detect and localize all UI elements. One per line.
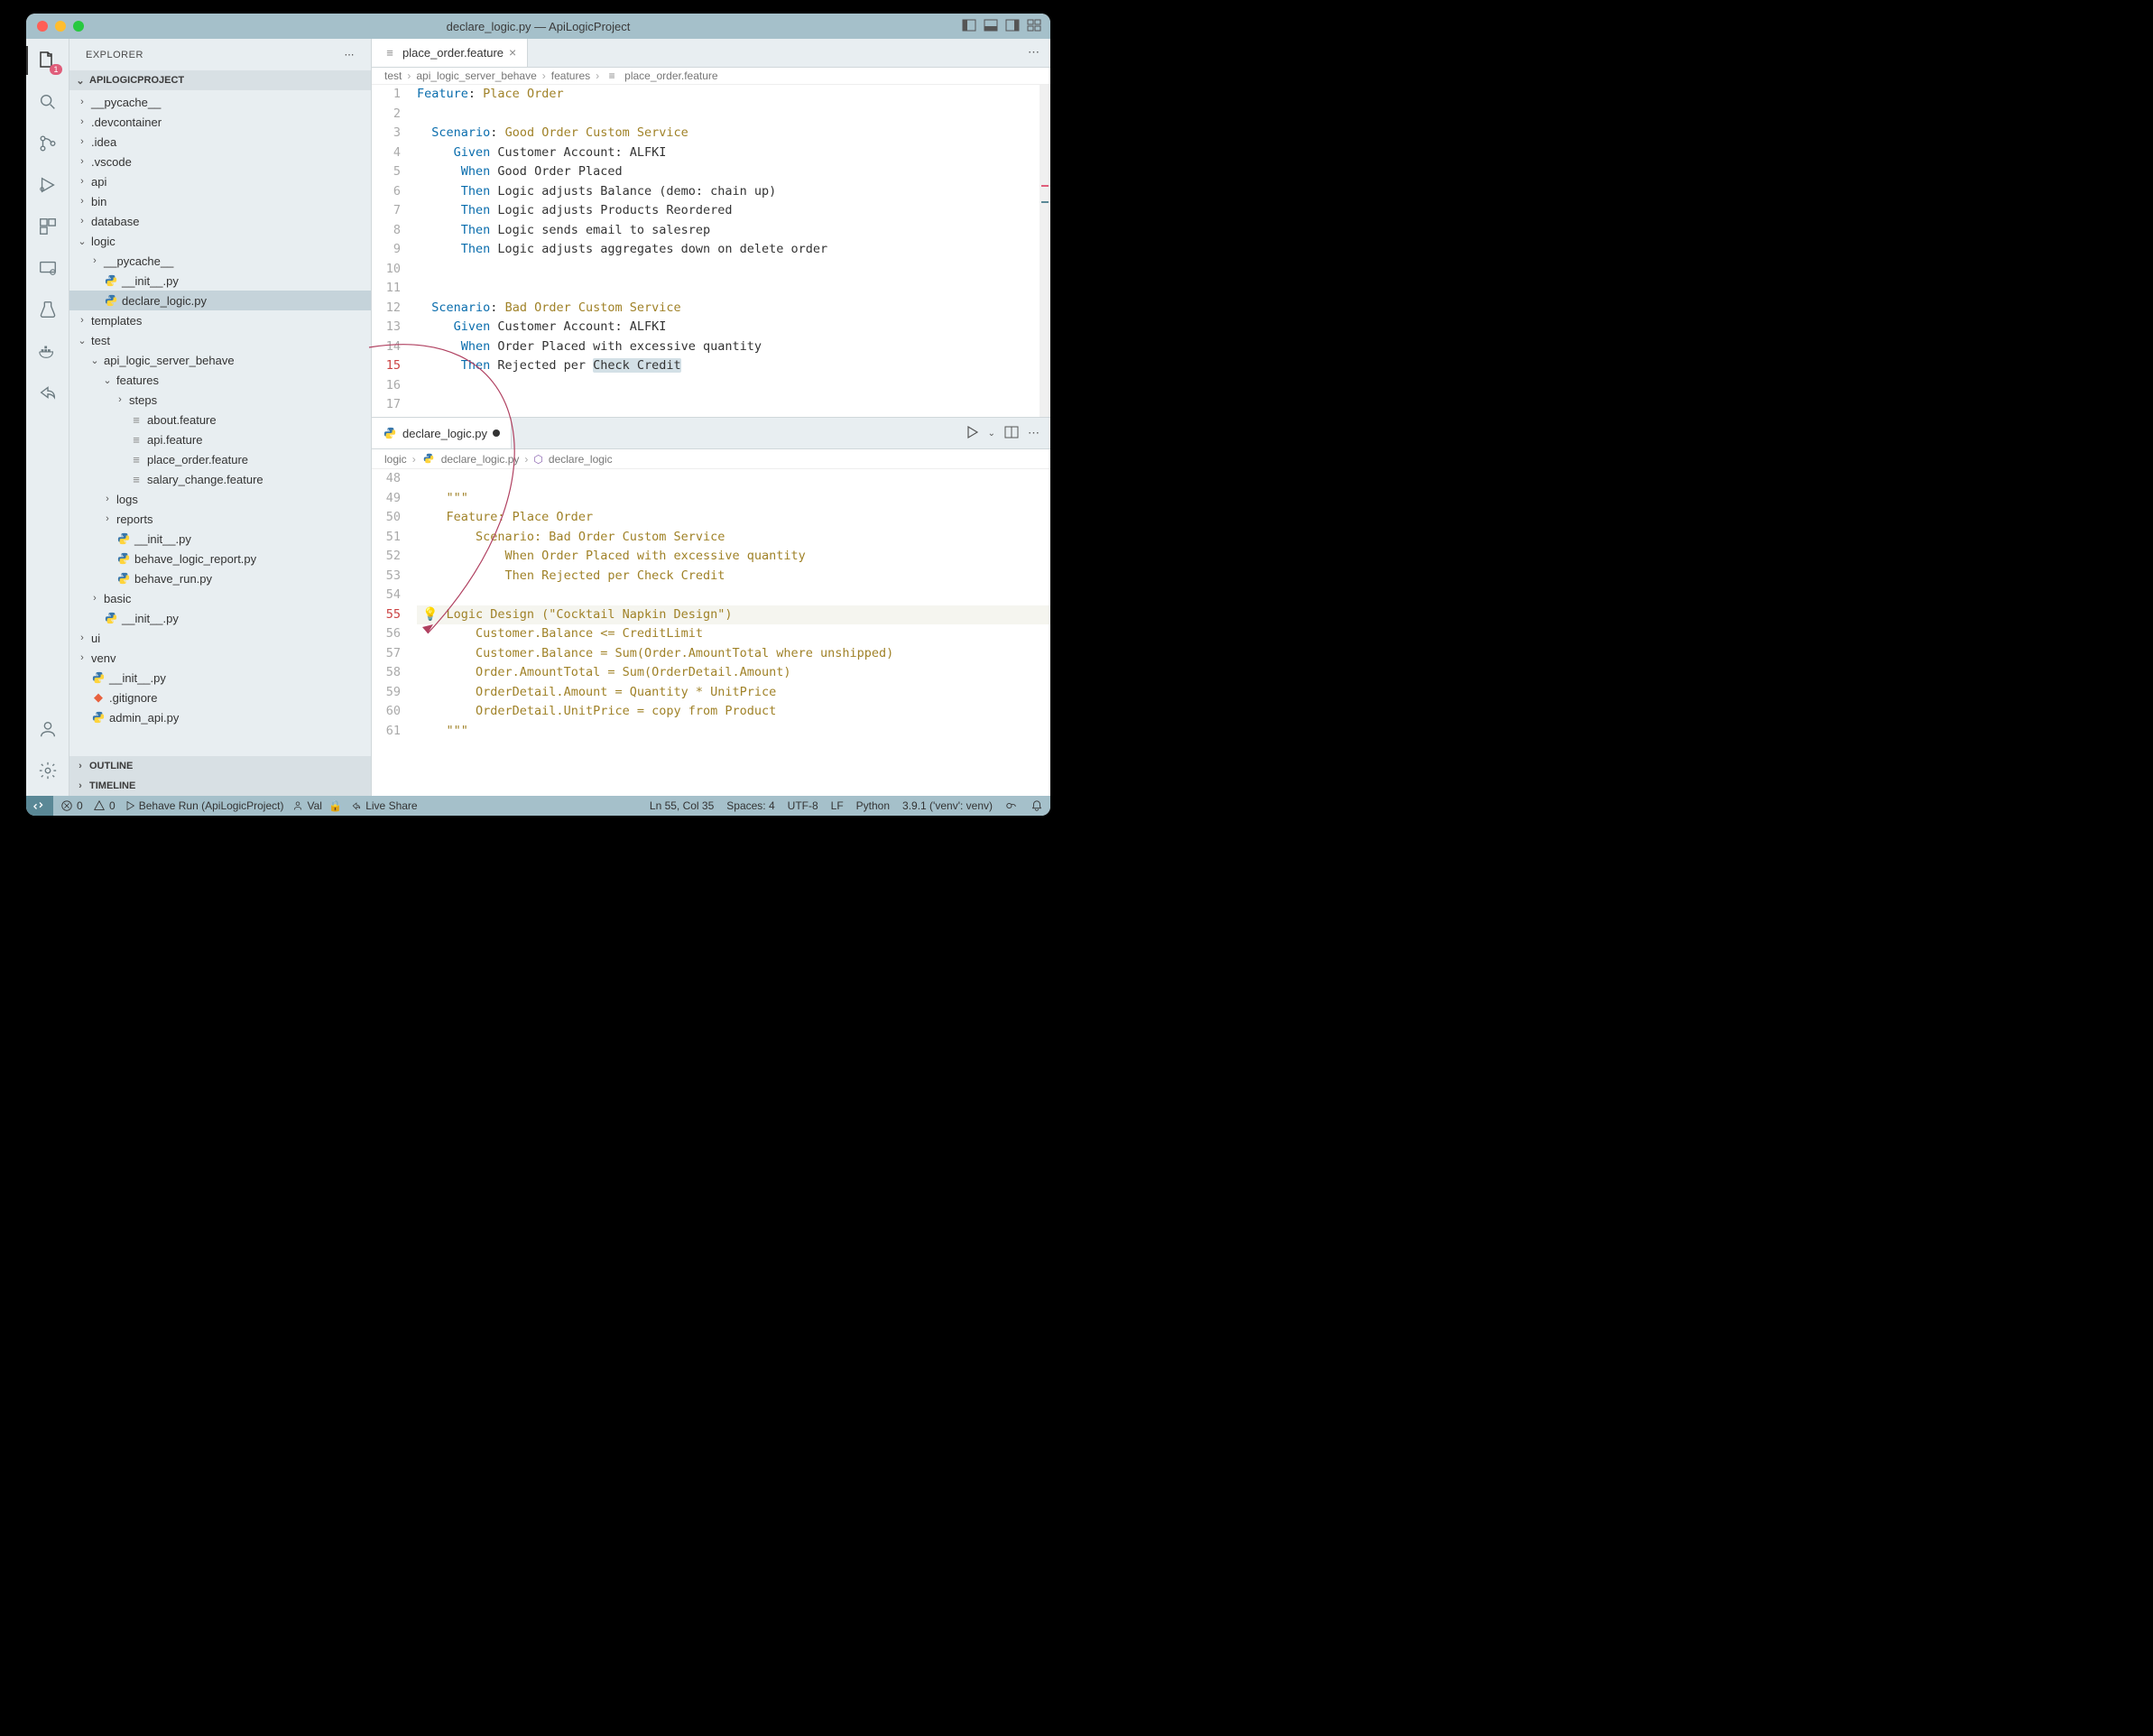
more-icon[interactable]: ⋯ [1028, 426, 1040, 440]
chevron-down-icon[interactable]: ⌄ [988, 429, 995, 439]
folder-item[interactable]: ›.idea [69, 132, 371, 152]
folder-item[interactable]: ›bin [69, 191, 371, 211]
split-editor-icon[interactable] [1004, 425, 1019, 442]
language-mode[interactable]: Python [856, 799, 890, 812]
eol[interactable]: LF [831, 799, 844, 812]
folder-item[interactable]: ›venv [69, 648, 371, 668]
file-tree[interactable]: ›__pycache__›.devcontainer›.idea›.vscode… [69, 90, 371, 756]
maximize-window[interactable] [73, 21, 84, 32]
launch-config[interactable]: Behave Run (ApiLogicProject) [125, 799, 284, 812]
code-editor-bottom[interactable]: 4849 """50 Feature: Place Order51 Scenar… [372, 469, 1050, 741]
tab-place-order[interactable]: ≡ place_order.feature × [372, 39, 528, 67]
file-item[interactable]: ≡api.feature [69, 429, 371, 449]
sidebar: EXPLORER ⋯ ⌄APILOGICPROJECT ›__pycache__… [69, 39, 372, 796]
file-item[interactable]: ≡about.feature [69, 410, 371, 429]
breadcrumb-bottom[interactable]: logic› declare_logic.py›⬡ declare_logic [372, 449, 1050, 469]
run-debug-icon[interactable] [35, 172, 60, 198]
window-title: declare_logic.py — ApiLogicProject [447, 20, 631, 33]
file-item[interactable]: declare_logic.py [69, 291, 371, 310]
accounts-icon[interactable] [35, 716, 60, 742]
file-item[interactable]: behave_run.py [69, 568, 371, 588]
file-item[interactable]: ≡salary_change.feature [69, 469, 371, 489]
panel-right-icon[interactable] [1005, 18, 1020, 35]
file-item[interactable]: ◆.gitignore [69, 688, 371, 707]
file-item[interactable]: __init__.py [69, 608, 371, 628]
indentation[interactable]: Spaces: 4 [726, 799, 774, 812]
folder-item[interactable]: ›ui [69, 628, 371, 648]
file-item[interactable]: __init__.py [69, 529, 371, 549]
folder-item[interactable]: ›reports [69, 509, 371, 529]
layout-icon[interactable] [1027, 18, 1041, 35]
folder-item[interactable]: ›steps [69, 390, 371, 410]
project-header[interactable]: ⌄APILOGICPROJECT [69, 70, 371, 90]
file-item[interactable]: __init__.py [69, 271, 371, 291]
folder-item[interactable]: ›logs [69, 489, 371, 509]
file-item[interactable]: admin_api.py [69, 707, 371, 727]
code-editor-top[interactable]: 1Feature: Place Order23 Scenario: Good O… [372, 85, 1050, 417]
editor-pane-top: ≡ place_order.feature × ⋯ test›api_logic… [372, 39, 1050, 418]
live-share-icon[interactable] [35, 380, 60, 405]
file-item[interactable]: ≡place_order.feature [69, 449, 371, 469]
search-icon[interactable] [35, 89, 60, 115]
remote-indicator[interactable] [26, 796, 53, 816]
folder-item[interactable]: ›__pycache__ [69, 92, 371, 112]
panel-left-icon[interactable] [962, 18, 976, 35]
folder-item[interactable]: ›api [69, 171, 371, 191]
panel-bottom-icon[interactable] [984, 18, 998, 35]
titlebar: declare_logic.py — ApiLogicProject [26, 14, 1050, 39]
python-file-icon [383, 426, 397, 440]
folder-item[interactable]: ›basic [69, 588, 371, 608]
source-control-icon[interactable] [35, 131, 60, 156]
close-icon[interactable]: × [509, 45, 516, 60]
run-icon[interactable] [965, 425, 979, 442]
extensions-icon[interactable] [35, 214, 60, 239]
python-interpreter[interactable]: 3.9.1 ('venv': venv) [902, 799, 993, 812]
testing-icon[interactable] [35, 297, 60, 322]
feedback-icon[interactable] [1005, 799, 1018, 812]
explorer-icon[interactable]: 1 [35, 48, 60, 73]
timeline-header[interactable]: ›TIMELINE [69, 776, 371, 796]
titlebar-right [962, 18, 1041, 35]
more-icon[interactable]: ⋯ [345, 49, 356, 60]
vscode-window: declare_logic.py — ApiLogicProject 1 [26, 14, 1050, 816]
file-item[interactable]: behave_logic_report.py [69, 549, 371, 568]
badge: 1 [50, 64, 61, 75]
docker-icon[interactable] [35, 338, 60, 364]
more-icon[interactable]: ⋯ [1028, 45, 1040, 60]
folder-item[interactable]: ⌄api_logic_server_behave [69, 350, 371, 370]
minimize-window[interactable] [55, 21, 66, 32]
remote-explorer-icon[interactable] [35, 255, 60, 281]
folder-item[interactable]: ›__pycache__ [69, 251, 371, 271]
folder-item[interactable]: ›templates [69, 310, 371, 330]
live-share[interactable]: Live Share [351, 799, 417, 812]
folder-item[interactable]: ›.devcontainer [69, 112, 371, 132]
tab-declare-logic[interactable]: declare_logic.py [372, 418, 512, 448]
folder-item[interactable]: ⌄features [69, 370, 371, 390]
file-item[interactable]: __init__.py [69, 668, 371, 688]
status-bar: 0 0 Behave Run (ApiLogicProject) Val 🔒 L… [26, 796, 1050, 816]
cursor-position[interactable]: Ln 55, Col 35 [650, 799, 714, 812]
sidebar-header: EXPLORER ⋯ [69, 39, 371, 70]
tabs-bottom: declare_logic.py ⌄ ⋯ [372, 418, 1050, 449]
val-indicator[interactable]: Val 🔒 [292, 799, 342, 812]
editor-pane-bottom: declare_logic.py ⌄ ⋯ logic› declare_logi… [372, 418, 1050, 796]
tabs-top: ≡ place_order.feature × ⋯ [372, 39, 1050, 68]
folder-item[interactable]: ›database [69, 211, 371, 231]
feature-file-icon: ≡ [383, 45, 397, 60]
folder-item[interactable]: ›.vscode [69, 152, 371, 171]
dirty-indicator [493, 429, 500, 437]
encoding[interactable]: UTF-8 [788, 799, 818, 812]
problems[interactable]: 0 0 [60, 799, 116, 812]
folder-item[interactable]: ⌄logic [69, 231, 371, 251]
folder-item[interactable]: ⌄test [69, 330, 371, 350]
notifications-icon[interactable] [1030, 799, 1043, 812]
activity-bar: 1 [26, 39, 69, 796]
close-window[interactable] [37, 21, 48, 32]
outline-header[interactable]: ›OUTLINE [69, 756, 371, 776]
settings-icon[interactable] [35, 758, 60, 783]
window-controls [37, 21, 84, 32]
editor-area: ≡ place_order.feature × ⋯ test›api_logic… [372, 39, 1050, 796]
breadcrumb-top[interactable]: test›api_logic_server_behave›features›≡ … [372, 68, 1050, 86]
